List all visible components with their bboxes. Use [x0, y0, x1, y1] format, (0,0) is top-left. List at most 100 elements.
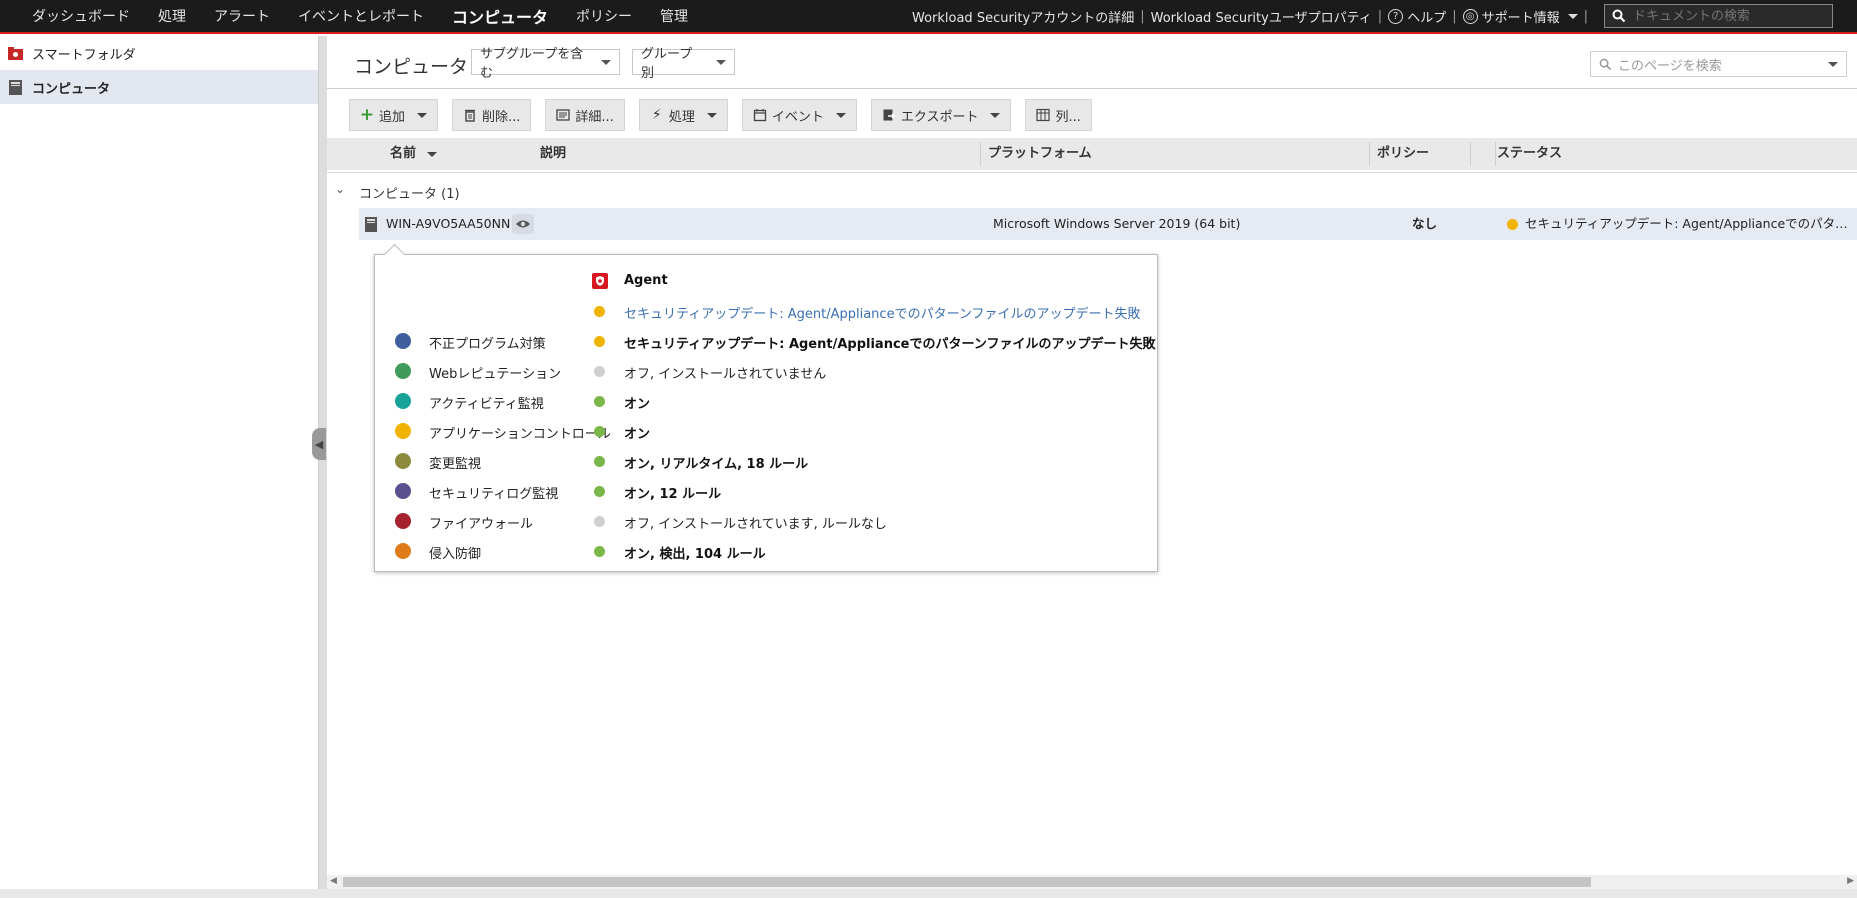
column-divider[interactable] [1495, 142, 1496, 166]
scroll-right-icon[interactable]: ▶ [1847, 876, 1854, 886]
document-search-box[interactable] [1604, 4, 1833, 28]
status-details-popup: Agent セキュリティアップデート: Agent/Applianceでのパター… [374, 243, 1159, 572]
grid-header: 名前 説明 プラットフォーム ポリシー ステータス [327, 138, 1857, 170]
column-header-policy[interactable]: ポリシー [1377, 138, 1429, 170]
column-divider[interactable] [1470, 142, 1471, 166]
events-button[interactable]: イベント [741, 99, 857, 131]
preview-eye-icon[interactable] [512, 214, 534, 234]
module-name: 不正プログラム対策 [429, 337, 546, 352]
nav-computers[interactable]: コンピュータ [438, 4, 562, 28]
nav-policies[interactable]: ポリシー [562, 6, 646, 26]
nav-administration[interactable]: 管理 [646, 6, 702, 26]
chevron-down-icon [716, 59, 726, 65]
sidebar-item-label: スマートフォルダ [32, 47, 136, 63]
anti-malware-icon [395, 333, 411, 349]
columns-button-label: 列... [1055, 109, 1081, 125]
column-divider[interactable] [980, 142, 981, 166]
sidebar: スマートフォルダ コンピュータ [0, 36, 318, 898]
module-status: オン, リアルタイム, 18 ルール [624, 457, 809, 472]
group-by-dropdown[interactable]: グループ別 [632, 47, 735, 81]
scrollbar-thumb[interactable] [343, 877, 1591, 887]
scroll-left-icon[interactable]: ◀ [330, 876, 337, 886]
separator: | [1583, 8, 1588, 24]
module-row-application-control: アプリケーションコントロール オン [375, 416, 1159, 446]
nav-events-reports[interactable]: イベントとレポート [284, 6, 438, 26]
export-icon [883, 109, 895, 121]
module-row-activity-monitoring: アクティビティ監視 オン [375, 386, 1159, 416]
intrusion-prevention-icon [395, 543, 411, 559]
module-row-web-reputation: Webレピュテーション オフ, インストールされていません [375, 356, 1159, 386]
column-header-description[interactable]: 説明 [540, 138, 566, 170]
details-button-label: 詳細... [575, 109, 614, 125]
module-status: オン [624, 397, 651, 412]
group-header: ⌄ コンピュータ (1) [327, 172, 1857, 209]
agent-label: Agent [624, 273, 668, 288]
page-title: コンピュータ [354, 56, 469, 78]
module-status: オン, 12 ルール [624, 487, 722, 502]
module-name: 侵入防御 [429, 547, 482, 562]
separator: | [1140, 8, 1145, 24]
subgroup-dropdown-value: サブグループを含む [480, 47, 584, 81]
computer-policy: なし [1412, 216, 1438, 231]
column-header-status[interactable]: ステータス [1497, 138, 1562, 170]
status-warning-dot [594, 306, 605, 317]
agent-status-link[interactable]: セキュリティアップデート: Agent/Applianceでのパターンファイルの… [624, 303, 1141, 322]
export-button[interactable]: エクスポート [870, 99, 1012, 131]
module-row-integrity-monitoring: 変更監視 オン, リアルタイム, 18 ルール [375, 446, 1159, 476]
plus-icon: + [359, 105, 375, 125]
sidebar-splitter[interactable] [318, 36, 327, 898]
nav-dashboard[interactable]: ダッシュボード [18, 6, 144, 26]
main-nav: ダッシュボード 処理 アラート イベントとレポート コンピュータ ポリシー 管理 [18, 0, 702, 32]
nav-alerts[interactable]: アラート [200, 6, 284, 26]
help-link[interactable]: ? ヘルプ [1388, 7, 1446, 26]
firewall-icon [395, 513, 411, 529]
user-properties-link[interactable]: Workload Securityユーザプロパティ [1151, 7, 1372, 26]
chevron-down-icon [1567, 13, 1578, 19]
column-header-platform[interactable]: プラットフォーム [988, 138, 1092, 170]
computer-icon [9, 79, 22, 95]
toolbar: + 追加 削除... 詳細... ⚡ 処理 イベント エクスポート 列... [349, 98, 1106, 132]
module-row-intrusion-prevention: 侵入防御 オン, 検出, 104 ルール [375, 536, 1159, 566]
agent-row: Agent [375, 266, 1159, 296]
details-button[interactable]: 詳細... [545, 99, 625, 131]
actions-button[interactable]: ⚡ 処理 [638, 99, 728, 131]
support-menu[interactable]: ◎ サポート情報 [1462, 7, 1578, 26]
nav-actions[interactable]: 処理 [144, 6, 200, 26]
calendar-icon [753, 109, 766, 122]
eye-icon [516, 220, 530, 228]
sidebar-item-smart-folders[interactable]: スマートフォルダ [0, 36, 318, 70]
status-off-dot [594, 516, 605, 527]
account-details-link[interactable]: Workload Securityアカウントの詳細 [912, 7, 1134, 26]
add-button[interactable]: + 追加 [349, 99, 439, 131]
module-status: セキュリティアップデート: Agent/Applianceでのパターンファイルの… [624, 337, 1156, 352]
smart-folder-icon [8, 46, 23, 60]
module-status: オフ, インストールされていません [624, 367, 827, 382]
module-status: オン, 検出, 104 ルール [624, 547, 766, 562]
document-search-input[interactable] [1631, 7, 1830, 25]
chevron-down-icon [835, 112, 846, 118]
chevron-down-icon[interactable] [1828, 61, 1838, 67]
group-by-dropdown-value: グループ別 [641, 47, 693, 81]
delete-button[interactable]: 削除... [452, 99, 532, 131]
sidebar-item-computers[interactable]: コンピュータ [0, 70, 318, 104]
log-inspection-icon [395, 483, 411, 499]
collapse-sidebar-handle[interactable]: ◀ [312, 428, 326, 460]
chevron-down-icon[interactable]: ⌄ [335, 182, 345, 196]
column-header-name[interactable]: 名前 [390, 138, 437, 170]
page-search-box[interactable]: このページを検索 [1590, 51, 1847, 77]
group-label[interactable]: コンピュータ (1) [359, 183, 460, 202]
web-reputation-icon [395, 363, 411, 379]
column-divider[interactable] [1369, 142, 1370, 166]
columns-button[interactable]: 列... [1025, 99, 1092, 131]
subgroup-dropdown[interactable]: サブグループを含む [471, 47, 620, 81]
table-row[interactable]: WIN-A9VO5AA50NN Microsoft Windows Server… [359, 208, 1857, 240]
status-warning-dot [594, 336, 605, 347]
status-on-dot [594, 426, 605, 437]
computer-name[interactable]: WIN-A9VO5AA50NN [386, 208, 510, 240]
module-name: アプリケーションコントロール [429, 427, 611, 442]
activity-monitoring-icon [395, 393, 411, 409]
horizontal-scrollbar[interactable]: ◀ ▶ [327, 875, 1857, 889]
application-control-icon [395, 423, 411, 439]
computer-platform: Microsoft Windows Server 2019 (64 bit) [993, 216, 1241, 231]
agent-shield-icon [592, 273, 608, 289]
